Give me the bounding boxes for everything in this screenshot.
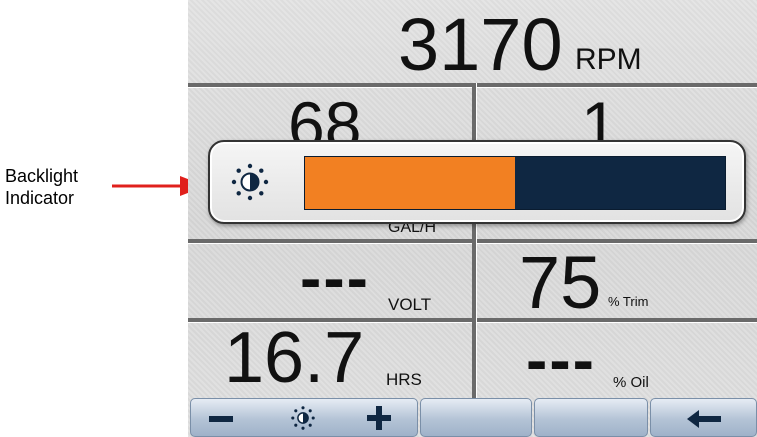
hours-unit: HRS <box>386 370 422 389</box>
volt-unit: VOLT <box>388 295 432 314</box>
back-arrow-icon <box>687 410 721 428</box>
trim-unit: % Trim <box>608 294 649 309</box>
oil-unit: % Oil <box>613 374 649 391</box>
volt-value: --- <box>300 242 370 314</box>
softkey-blank-2[interactable] <box>534 398 648 437</box>
plus-icon[interactable] <box>367 406 391 430</box>
callout-line-1: Backlight <box>5 166 79 186</box>
rpm-unit: RPM <box>575 43 642 76</box>
brightness-softkey <box>190 398 418 437</box>
rpm-value: 3170 <box>398 3 563 86</box>
backlight-level-bar <box>304 156 726 210</box>
brightness-icon <box>231 163 269 201</box>
trim-value: 75 <box>519 241 602 324</box>
backlight-indicator-panel <box>208 140 746 224</box>
backlight-indicator-callout: Backlight Indicator <box>5 165 78 209</box>
minus-icon[interactable] <box>209 416 233 422</box>
callout-line-2: Indicator <box>5 188 75 208</box>
softkey-blank-1[interactable] <box>420 398 532 437</box>
back-softkey[interactable] <box>650 398 757 437</box>
oil-value: --- <box>526 324 596 396</box>
divider <box>472 83 476 398</box>
backlight-level-fill <box>305 157 515 209</box>
hours-value: 16.7 <box>224 318 365 398</box>
brightness-icon <box>291 406 315 430</box>
